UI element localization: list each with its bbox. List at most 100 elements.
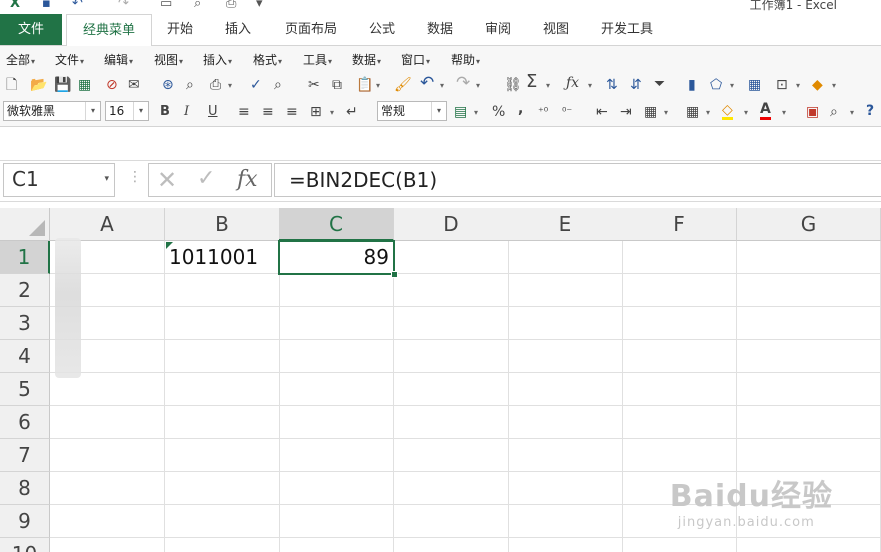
number-as-text-indicator-icon[interactable] [166,242,173,249]
chevron-down-icon[interactable]: ▾ [588,81,592,90]
cell-c3[interactable] [279,307,394,340]
row-header-5[interactable]: 5 [0,373,50,406]
autosum-icon[interactable]: Σ [526,73,537,91]
row-header-3[interactable]: 3 [0,307,50,340]
cell-e1[interactable] [508,241,623,274]
column-header-d[interactable]: D [394,208,509,241]
menu-data[interactable]: 数据▾ [352,51,381,68]
column-header-g[interactable]: G [737,208,881,241]
row-header-8[interactable]: 8 [0,472,50,505]
tab-data[interactable]: 数据 [420,14,460,45]
cell-b1[interactable]: 1011001 [165,241,280,274]
cell-d3[interactable] [394,307,509,340]
align-center-icon[interactable]: ≡ [262,103,274,121]
cell-c6[interactable] [279,406,394,439]
text-box-icon[interactable]: ⊡ [776,76,788,94]
increase-decimal-icon[interactable]: ⁺⁰ [538,103,548,121]
row-header-7[interactable]: 7 [0,439,50,472]
cell-e4[interactable] [508,340,623,373]
cell-d4[interactable] [394,340,509,373]
print-icon[interactable]: ⎙ [226,0,236,11]
percent-style-button[interactable]: % [492,103,505,121]
undo-icon[interactable]: ↶ [420,74,434,92]
warning-icon[interactable]: ◆ [812,76,823,94]
customize-qat-icon[interactable]: ▾ [256,0,263,11]
filter-icon[interactable]: ⏷ [654,75,665,93]
hyperlink-icon[interactable]: ⛓ [504,76,522,94]
column-header-f[interactable]: F [622,208,737,241]
chevron-down-icon[interactable]: ▾ [85,102,100,120]
menu-edit[interactable]: 编辑▾ [104,51,133,68]
print-preview-icon[interactable]: ▭ [160,0,172,11]
chevron-down-icon[interactable]: ▾ [796,81,800,90]
row-header-10[interactable]: 10 [0,538,50,552]
cell-style-icon[interactable]: ▦ [644,103,657,121]
tab-home[interactable]: 开始 [160,14,200,45]
sort-descending-icon[interactable]: ⇵ [630,76,642,94]
bold-button[interactable]: B [160,103,170,121]
chevron-down-icon[interactable]: ▾ [376,81,380,90]
table-icon[interactable]: ▦ [748,76,761,94]
row-header-1[interactable]: 1 [0,241,50,274]
column-header-c[interactable]: C [279,208,394,241]
menu-view[interactable]: 视图▾ [154,51,183,68]
enter-check-icon[interactable]: ✓ [197,166,215,191]
cell-f7[interactable] [622,439,737,472]
redo-icon[interactable]: ↷ [118,0,129,11]
chevron-down-icon[interactable]: ▾ [664,108,668,117]
cell-d10[interactable] [394,538,509,552]
fill-handle[interactable] [391,271,398,278]
cut-icon[interactable]: ✂ [308,76,320,94]
currency-format-icon[interactable]: ▤ [454,103,467,121]
chart-icon[interactable]: ▮ [688,76,696,94]
cell-d9[interactable] [394,505,509,538]
decrease-indent-icon[interactable]: ⇤ [596,103,608,121]
copy-icon[interactable]: ⧉ [332,76,342,94]
cell-g7[interactable] [737,439,881,472]
row-header-2[interactable]: 2 [0,274,50,307]
name-box[interactable]: C1 ▾ [3,163,115,197]
align-left-icon[interactable]: ≡ [238,103,250,121]
cell-f5[interactable] [622,373,737,406]
cell-d5[interactable] [394,373,509,406]
excel-save-icon[interactable]: ▦ [78,76,91,94]
chevron-down-icon[interactable]: ▾ [782,108,786,117]
cell-f10[interactable] [622,538,737,552]
font-name-select[interactable]: 微软雅黑 ▾ [3,101,101,121]
tab-classic-menu[interactable]: 经典菜单 [66,14,152,47]
fill-color-icon[interactable]: ◇ [722,103,733,120]
tab-formulas[interactable]: 公式 [362,14,402,45]
tab-file[interactable]: 文件 [0,14,62,45]
cell-c10[interactable] [279,538,394,552]
cell-g5[interactable] [737,373,881,406]
cell-d1[interactable] [394,241,509,274]
conditional-format-icon[interactable]: ▣ [806,103,819,121]
print-icon[interactable]: ⎙ [210,76,221,94]
comma-style-button[interactable]: , [518,100,523,118]
cell-b9[interactable] [165,505,280,538]
chevron-down-icon[interactable]: ▾ [850,108,854,117]
cell-e3[interactable] [508,307,623,340]
borders-icon[interactable]: ▦ [686,103,699,121]
row-header-9[interactable]: 9 [0,505,50,538]
cell-b8[interactable] [165,472,280,505]
print-preview-icon[interactable]: ⌕ [186,76,194,94]
save-icon[interactable]: 💾 [54,76,71,94]
cell-e2[interactable] [508,274,623,307]
row-header-6[interactable]: 6 [0,406,50,439]
cell-d6[interactable] [394,406,509,439]
number-format-select[interactable]: 常规 ▾ [377,101,447,121]
cell-c7[interactable] [279,439,394,472]
cell-c5[interactable] [279,373,394,406]
cell-c4[interactable] [279,340,394,373]
chevron-down-icon[interactable]: ▾ [474,108,478,117]
tab-insert[interactable]: 插入 [218,14,258,45]
insert-function-button[interactable]: fx [237,167,258,192]
cell-f2[interactable] [622,274,737,307]
increase-indent-icon[interactable]: ⇥ [620,103,632,121]
select-all-button[interactable] [0,208,50,241]
cell-a6[interactable] [50,406,165,439]
zoom-icon[interactable]: ⌕ [194,0,201,11]
cell-a8[interactable] [50,472,165,505]
cell-e10[interactable] [508,538,623,552]
